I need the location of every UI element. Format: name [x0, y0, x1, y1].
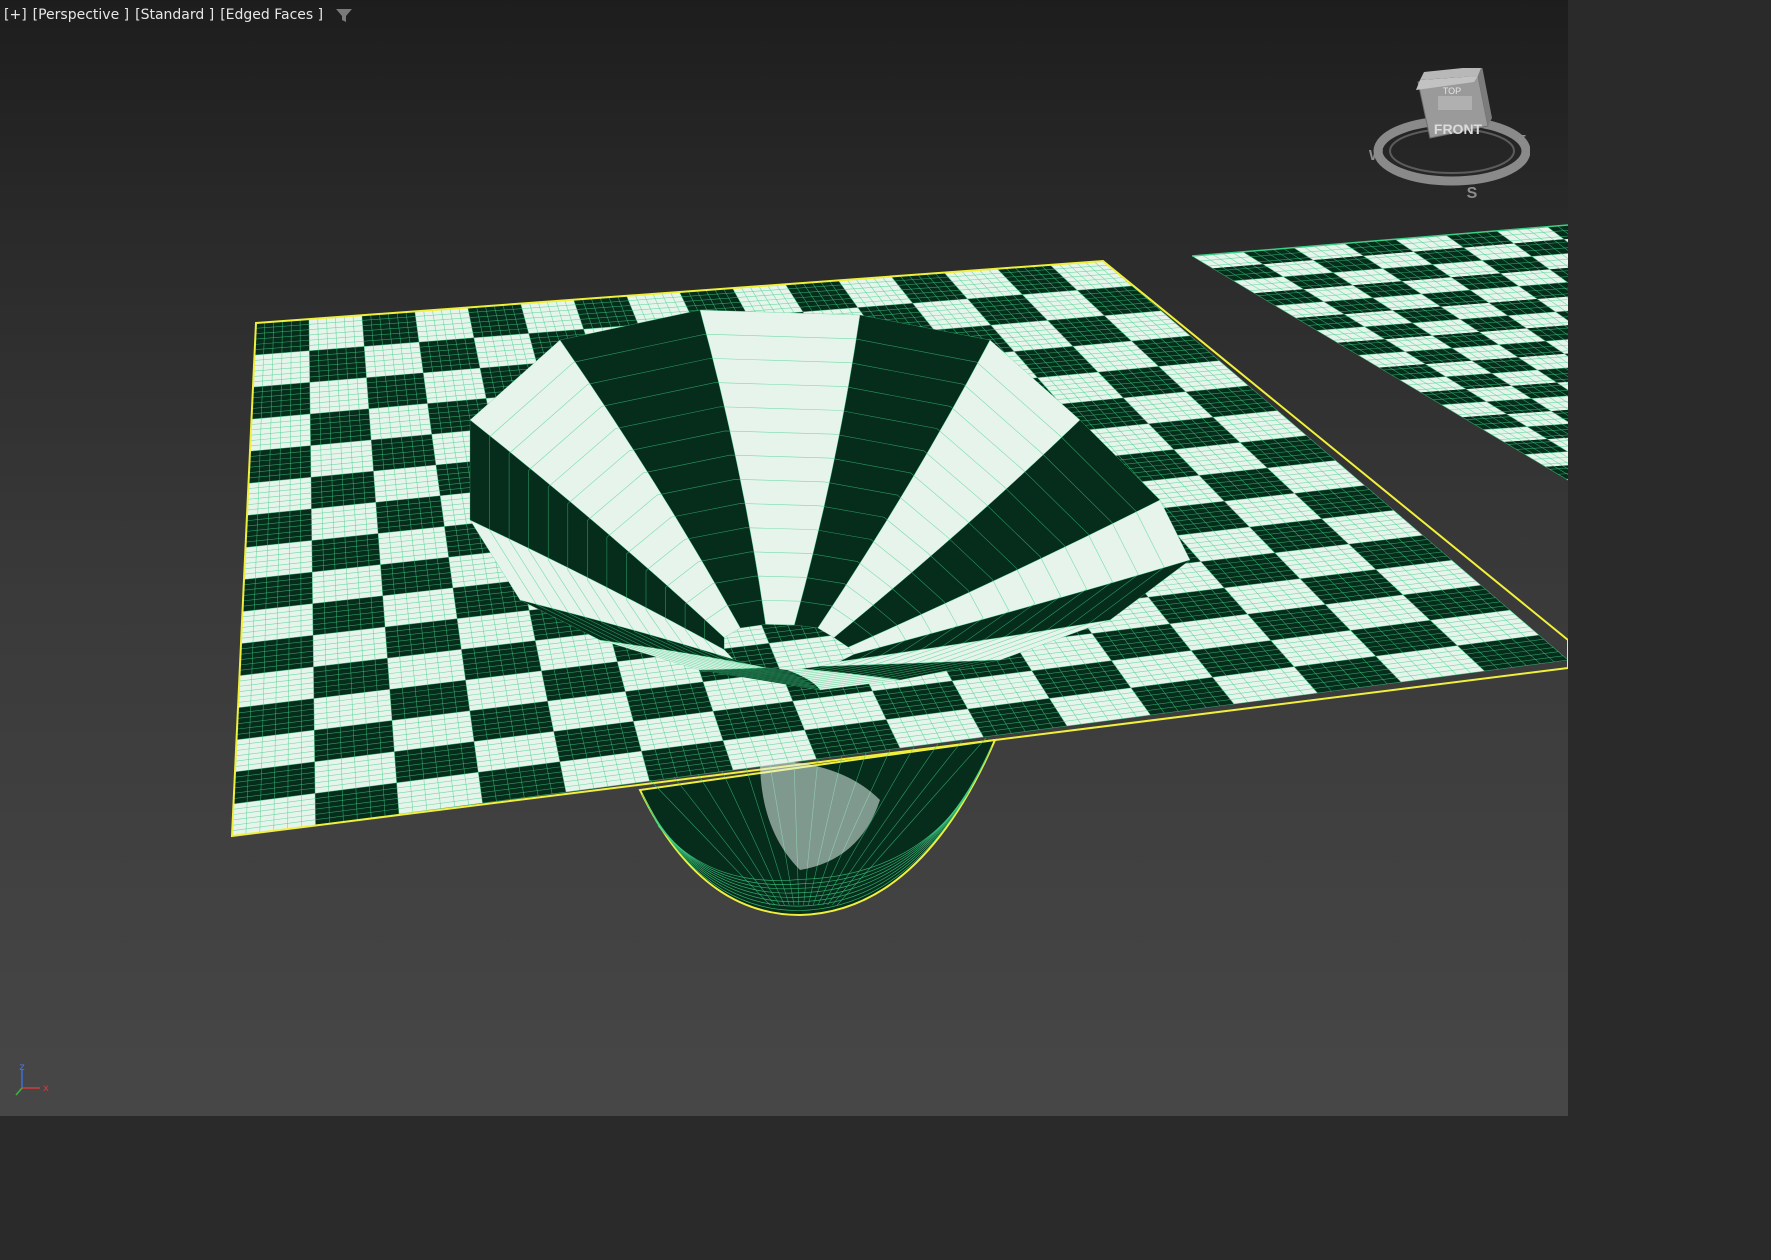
- compass-west-label[interactable]: W: [1369, 147, 1384, 164]
- viewport-point-of-view-menu[interactable]: [Perspective ]: [33, 7, 129, 23]
- y-axis-line: [15, 1087, 23, 1096]
- x-axis-label: x: [43, 1083, 49, 1094]
- compass-east-label[interactable]: E: [1518, 132, 1527, 147]
- compass-south-label[interactable]: S: [1467, 185, 1478, 202]
- world-axis-tripod: z x: [15, 1062, 49, 1096]
- viewcube-top-label: TOP: [1443, 86, 1461, 96]
- viewcube-gizmo[interactable]: TOP FRONT W S E: [1360, 68, 1530, 206]
- viewport-display-menu[interactable]: [Edged Faces ]: [220, 7, 323, 23]
- viewport-shading-menu[interactable]: [Standard ]: [135, 7, 214, 23]
- scene-canvas[interactable]: [0, 0, 1568, 1116]
- cube-top-highlight: [1438, 96, 1472, 110]
- viewcube-front-label: FRONT: [1434, 121, 1483, 137]
- z-axis-label: z: [19, 1062, 24, 1073]
- perspective-viewport[interactable]: [+] [Perspective ] [Standard ] [Edged Fa…: [0, 0, 1568, 1116]
- viewport-general-menu[interactable]: [+]: [4, 7, 27, 23]
- funnel-filter-icon[interactable]: [335, 7, 353, 23]
- viewport-label-menu: [+] [Perspective ] [Standard ] [Edged Fa…: [4, 5, 353, 25]
